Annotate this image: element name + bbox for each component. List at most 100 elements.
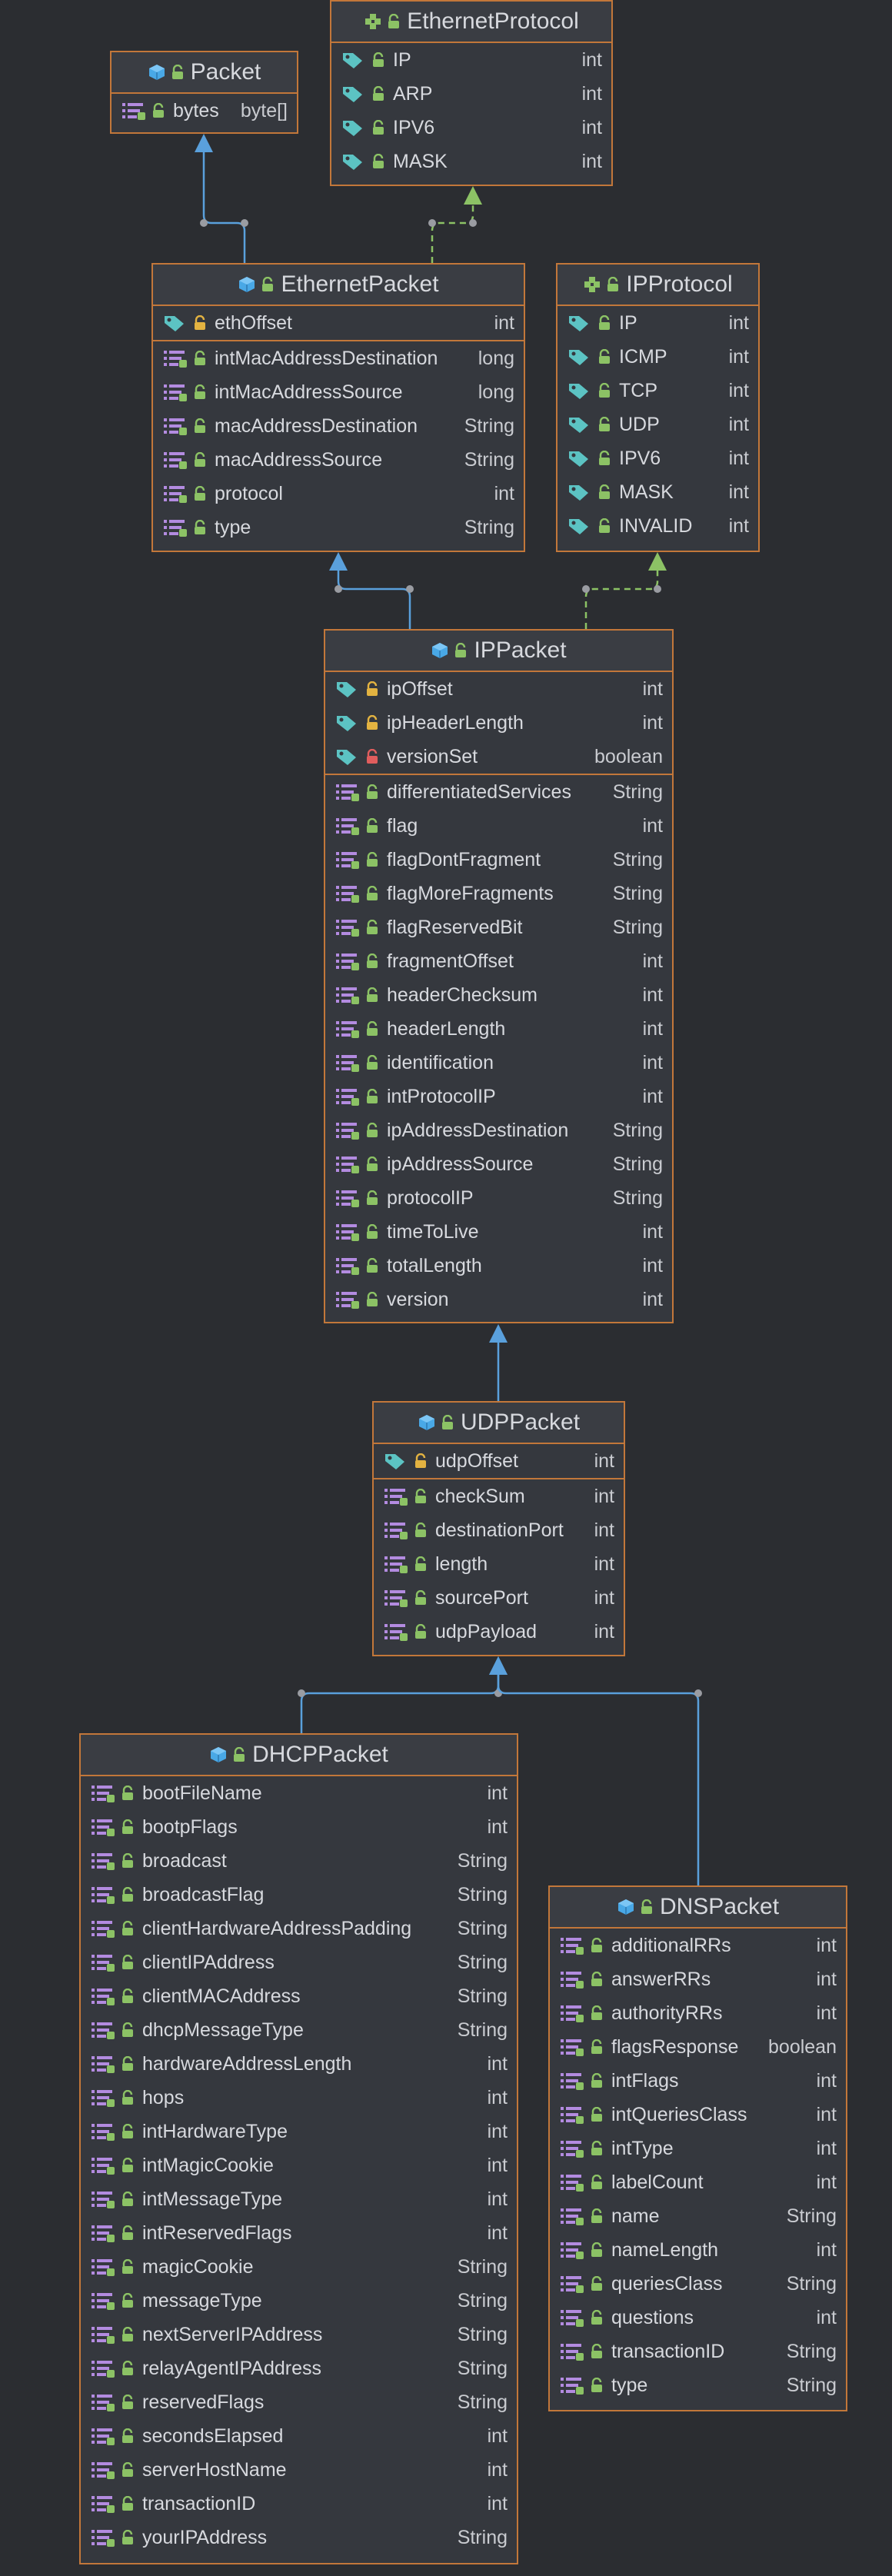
field-row[interactable]: reservedFlags String <box>81 2385 517 2419</box>
field-row[interactable]: identification int <box>325 1046 672 1080</box>
field-row[interactable]: broadcastFlag String <box>81 1878 517 1912</box>
field-type: String <box>612 1153 663 1175</box>
field-row[interactable]: ICMP int <box>558 340 758 374</box>
field-row[interactable]: intHardwareType int <box>81 2115 517 2148</box>
field-row[interactable]: version int <box>325 1283 672 1316</box>
field-row[interactable]: MASK int <box>558 475 758 509</box>
node-udp-packet[interactable]: UDPPacket udpOffset int checkSum int destinat… <box>372 1401 625 1656</box>
field-row[interactable]: IPV6 int <box>558 441 758 475</box>
field-row[interactable]: nameLength int <box>550 2233 846 2267</box>
field-row[interactable]: hardwareAddressLength int <box>81 2047 517 2081</box>
field-row[interactable]: dhcpMessageType String <box>81 2013 517 2047</box>
field-row[interactable]: intMagicCookie int <box>81 2148 517 2182</box>
open-lock-icon <box>171 65 183 79</box>
field-row[interactable]: flagDontFragment String <box>325 843 672 877</box>
field-row[interactable]: intFlags int <box>550 2064 846 2098</box>
open-lock-icon <box>122 2327 133 2341</box>
field-row[interactable]: ethOffset int <box>153 306 524 340</box>
node-packet[interactable]: Packet bytes byte[] <box>110 51 298 134</box>
field-row[interactable]: ipAddressDestination String <box>325 1113 672 1147</box>
node-ethernet-packet[interactable]: EthernetPacket ethOffset int intMacAddressD… <box>151 263 525 552</box>
field-row[interactable]: flag int <box>325 809 672 843</box>
field-row[interactable]: clientIPAddress String <box>81 1945 517 1979</box>
field-row[interactable]: intMacAddressDestination long <box>153 341 524 375</box>
field-row[interactable]: bytes byte[] <box>112 94 297 128</box>
field-row[interactable]: IP int <box>331 43 611 77</box>
field-row[interactable]: MASK int <box>331 145 611 178</box>
field-row[interactable]: clientMACAddress String <box>81 1979 517 2013</box>
field-row[interactable]: yourIPAddress String <box>81 2521 517 2554</box>
field-row[interactable]: ipOffset int <box>325 672 672 706</box>
field-row[interactable]: totalLength int <box>325 1249 672 1283</box>
field-row[interactable]: intReservedFlags int <box>81 2216 517 2250</box>
field-row[interactable]: protocolIP String <box>325 1181 672 1215</box>
field-row[interactable]: flagReservedBit String <box>325 910 672 944</box>
field-row[interactable]: queriesClass String <box>550 2267 846 2301</box>
field-row[interactable]: ARP int <box>331 77 611 111</box>
field-row[interactable]: magicCookie String <box>81 2250 517 2284</box>
field-row[interactable]: checkSum int <box>374 1479 624 1513</box>
field-row[interactable]: flagMoreFragments String <box>325 877 672 910</box>
field-bars-icon <box>336 886 359 903</box>
field-row[interactable]: answerRRs int <box>550 1962 846 1996</box>
field-row[interactable]: name String <box>550 2199 846 2233</box>
field-row[interactable]: type String <box>153 511 524 544</box>
arrow-head <box>648 552 667 571</box>
field-row[interactable]: nextServerIPAddress String <box>81 2318 517 2351</box>
field-row[interactable]: protocol int <box>153 477 524 511</box>
field-row[interactable]: macAddressSource String <box>153 443 524 477</box>
field-row[interactable]: headerLength int <box>325 1012 672 1046</box>
field-row[interactable]: ipHeaderLength int <box>325 706 672 740</box>
field-row[interactable]: fragmentOffset int <box>325 944 672 978</box>
field-row[interactable]: messageType String <box>81 2284 517 2318</box>
field-row[interactable]: type String <box>550 2368 846 2402</box>
field-row[interactable]: intType int <box>550 2132 846 2165</box>
field-type: int <box>594 1485 614 1507</box>
field-row[interactable]: intMacAddressSource long <box>153 375 524 409</box>
field-row[interactable]: INVALID int <box>558 509 758 543</box>
field-row[interactable]: serverHostName int <box>81 2453 517 2487</box>
field-row[interactable]: UDP int <box>558 408 758 441</box>
field-row[interactable]: IP int <box>558 306 758 340</box>
field-row[interactable]: clientHardwareAddressPadding String <box>81 1912 517 1945</box>
field-type: int <box>642 1085 663 1107</box>
field-row[interactable]: length int <box>374 1547 624 1581</box>
field-row[interactable]: labelCount int <box>550 2165 846 2199</box>
field-row[interactable]: intProtocolIP int <box>325 1080 672 1113</box>
field-row[interactable]: TCP int <box>558 374 758 408</box>
node-ethernet-protocol[interactable]: EthernetProtocol IP int ARP int IPV6 int MASK in… <box>330 0 613 186</box>
open-lock-icon <box>591 2310 602 2325</box>
field-row[interactable]: destinationPort int <box>374 1513 624 1547</box>
field-row[interactable]: questions int <box>550 2301 846 2335</box>
node-title: DNSPacket <box>659 1894 780 1919</box>
field-row[interactable]: authorityRRs int <box>550 1996 846 2030</box>
field-row[interactable]: transactionID int <box>81 2487 517 2521</box>
field-row[interactable]: macAddressDestination String <box>153 409 524 443</box>
field-row[interactable]: intMessageType int <box>81 2182 517 2216</box>
node-dhcp-packet[interactable]: DHCPPacket bootFileName int bootpFlags int br… <box>79 1733 518 2564</box>
field-row[interactable]: headerChecksum int <box>325 978 672 1012</box>
field-row[interactable]: bootpFlags int <box>81 1810 517 1844</box>
field-row[interactable]: additionalRRs int <box>550 1929 846 1962</box>
field-row[interactable]: bootFileName int <box>81 1776 517 1810</box>
field-bars-icon <box>92 1989 115 2005</box>
field-row[interactable]: intQueriesClass int <box>550 2098 846 2132</box>
field-row[interactable]: broadcast String <box>81 1844 517 1878</box>
field-row[interactable]: differentiatedServices String <box>325 775 672 809</box>
field-row[interactable]: versionSet boolean <box>325 740 672 774</box>
open-lock-icon <box>367 1157 378 1171</box>
field-row[interactable]: relayAgentIPAddress String <box>81 2351 517 2385</box>
field-row[interactable]: timeToLive int <box>325 1215 672 1249</box>
node-ip-protocol[interactable]: IPProtocol IP int ICMP int TCP int UDP int IPV6 in… <box>556 263 760 552</box>
field-row[interactable]: hops int <box>81 2081 517 2115</box>
field-row[interactable]: IPV6 int <box>331 111 611 145</box>
field-row[interactable]: udpOffset int <box>374 1444 624 1478</box>
field-row[interactable]: sourcePort int <box>374 1581 624 1615</box>
node-ip-packet[interactable]: IPPacket ipOffset int ipHeaderLength int vers… <box>324 629 674 1323</box>
node-dns-packet[interactable]: DNSPacket additionalRRs int answerRRs int aut… <box>548 1885 847 2411</box>
field-row[interactable]: flagsResponse boolean <box>550 2030 846 2064</box>
field-row[interactable]: udpPayload int <box>374 1615 624 1649</box>
field-row[interactable]: secondsElapsed int <box>81 2419 517 2453</box>
field-row[interactable]: transactionID String <box>550 2335 846 2368</box>
field-row[interactable]: ipAddressSource String <box>325 1147 672 1181</box>
